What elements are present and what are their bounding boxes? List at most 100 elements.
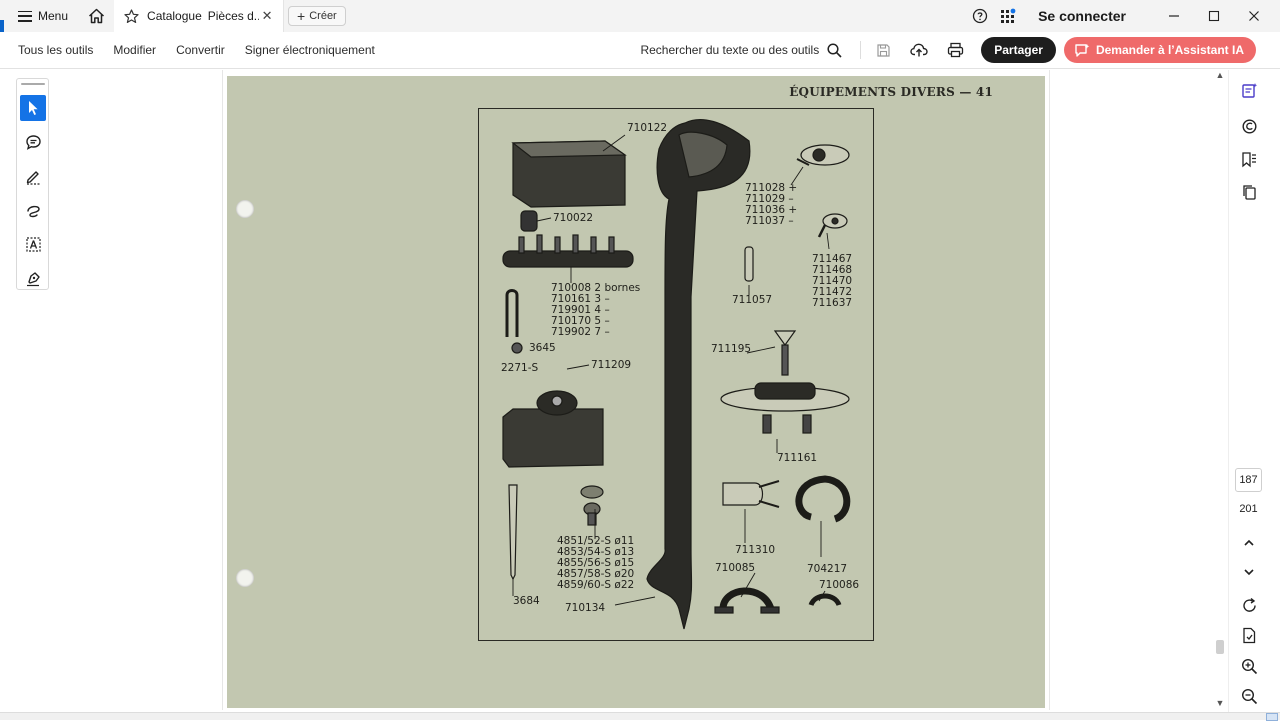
rotate-button[interactable] — [1237, 593, 1261, 617]
close-window-button[interactable] — [1234, 0, 1274, 32]
draw-tool-button[interactable] — [20, 197, 46, 223]
part-number-710085: 710085 — [715, 562, 756, 574]
next-page-button[interactable] — [1237, 560, 1261, 584]
part-number-710086: 710086 — [819, 579, 860, 591]
close-icon — [1249, 11, 1259, 21]
bookmark-list-icon — [1241, 151, 1256, 167]
part-number-2271-s: 2271-S — [501, 362, 539, 374]
close-tab-icon[interactable]: ✕ — [259, 8, 275, 24]
chevron-down-icon — [1244, 569, 1254, 576]
part-number-3645: 3645 — [529, 342, 556, 354]
ai-assistant-button[interactable]: Demander à l’Assistant IA — [1063, 37, 1256, 63]
title-bar: Menu Catalogue Pièces d... ✕ + Créer Se … — [0, 0, 1280, 38]
ai-assistant-label: Demander à l’Assistant IA — [1095, 43, 1244, 57]
part-number-3684: 3684 — [513, 595, 540, 607]
part-number-711057: 711057 — [732, 294, 773, 306]
document-tab[interactable]: Catalogue Pièces d... ✕ — [114, 0, 285, 32]
taskbar-edge — [0, 712, 1280, 721]
zoom-in-button[interactable] — [1237, 654, 1261, 678]
minimize-button[interactable] — [1154, 0, 1194, 32]
print-button[interactable] — [937, 34, 973, 66]
sign-tool-button[interactable] — [20, 265, 46, 291]
highlight-tool-button[interactable] — [20, 163, 46, 189]
comments-icon — [1241, 118, 1257, 134]
text-box-tool-button[interactable] — [20, 231, 46, 257]
tab-subtitle: Pièces d... — [207, 9, 260, 23]
home-button[interactable] — [78, 0, 114, 32]
plus-icon: + — [297, 8, 306, 24]
freehand-draw-icon — [26, 205, 40, 217]
document-info-icon — [1242, 627, 1255, 643]
help-button[interactable] — [966, 0, 994, 32]
maximize-icon — [1208, 10, 1220, 22]
apps-button[interactable] — [994, 0, 1022, 32]
page-info-button[interactable] — [1237, 623, 1261, 647]
hamburger-icon — [18, 10, 32, 22]
sign-in-button[interactable]: Se connecter — [1022, 8, 1154, 24]
part-number-710122: 710122 — [627, 122, 668, 134]
part-number-711209: 711209 — [591, 359, 632, 371]
home-icon — [88, 8, 104, 24]
rail-grip-handle[interactable] — [21, 83, 45, 85]
washer-row: 4859/60-S ø22 — [557, 579, 635, 591]
star-icon[interactable] — [124, 8, 139, 24]
save-icon — [877, 43, 890, 57]
upload-cloud-button[interactable] — [901, 34, 937, 66]
maximize-button[interactable] — [1194, 0, 1234, 32]
previous-page-button[interactable] — [1237, 531, 1261, 555]
right-panel-rail: 187 201 — [1228, 70, 1268, 712]
search-tools-label: Rechercher du texte ou des outils — [640, 43, 820, 57]
menu-button[interactable]: Menu — [0, 0, 78, 32]
select-tool-button[interactable] — [20, 95, 46, 121]
all-tools-link[interactable]: Tous les outils — [0, 43, 103, 57]
bornes-row: 719902 7 – — [551, 326, 610, 338]
scroll-up-arrow-icon[interactable]: ▲ — [1215, 70, 1225, 80]
tab-title: Catalogue — [147, 9, 202, 23]
zoom-out-button[interactable] — [1237, 684, 1261, 708]
cloud-upload-icon — [910, 43, 928, 57]
pages-panel-button[interactable] — [1237, 180, 1261, 204]
toolbar-divider — [860, 41, 862, 59]
part-number-711195: 711195 — [711, 343, 752, 355]
comment-icon — [25, 134, 41, 150]
ai-summary-icon — [1241, 82, 1257, 98]
catalogue-page[interactable]: ÉQUIPEMENTS DIVERS — 41 710122 710022 71… — [227, 76, 1045, 708]
current-page-input[interactable]: 187 — [1235, 468, 1262, 492]
convert-link[interactable]: Convertir — [166, 43, 235, 57]
menu-label: Menu — [38, 9, 69, 23]
quick-tools-rail — [16, 78, 49, 290]
save-button[interactable] — [865, 34, 901, 66]
share-button[interactable]: Partager — [981, 37, 1056, 63]
edit-link[interactable]: Modifier — [103, 43, 166, 57]
scroll-thumb[interactable] — [1216, 640, 1224, 654]
main-toolbar: Tous les outils Modifier Convertir Signe… — [0, 32, 1280, 69]
minimize-icon — [1169, 15, 1179, 17]
help-icon — [972, 8, 988, 24]
part-number-704217: 704217 — [807, 563, 848, 575]
create-button[interactable]: + Créer — [288, 6, 346, 26]
bookmarks-panel-button[interactable] — [1237, 147, 1261, 171]
scroll-down-arrow-icon[interactable]: ▼ — [1215, 698, 1225, 708]
comment-tool-button[interactable] — [20, 129, 46, 155]
ai-summary-button[interactable] — [1237, 78, 1261, 102]
vertical-scrollbar[interactable]: ▲ ▼ — [1213, 70, 1227, 712]
zoom-in-icon — [1241, 658, 1257, 674]
esign-link[interactable]: Signer électroniquement — [235, 43, 385, 57]
page-header: ÉQUIPEMENTS DIVERS — 41 — [789, 85, 993, 99]
copy-pages-icon — [1242, 184, 1256, 200]
lug-row: 711637 — [812, 297, 853, 309]
zoom-out-icon — [1241, 688, 1257, 704]
cursor-arrow-icon — [29, 101, 38, 115]
comments-panel-button[interactable] — [1237, 114, 1261, 138]
ai-assistant-icon — [1075, 43, 1090, 57]
search-icon — [827, 42, 842, 58]
part-number-710134: 710134 — [565, 602, 606, 614]
part-number-710022: 710022 — [553, 212, 594, 224]
pen-icon — [26, 170, 40, 185]
part-number-711161: 711161 — [777, 452, 818, 464]
text-box-icon — [25, 236, 41, 252]
search-tools-button[interactable]: Rechercher du texte ou des outils — [640, 42, 856, 58]
rotate-icon — [1242, 597, 1256, 612]
chevron-up-icon — [1244, 539, 1254, 546]
parts-plate: 710122 710022 710008 2 bornes 710161 3 –… — [478, 108, 874, 641]
